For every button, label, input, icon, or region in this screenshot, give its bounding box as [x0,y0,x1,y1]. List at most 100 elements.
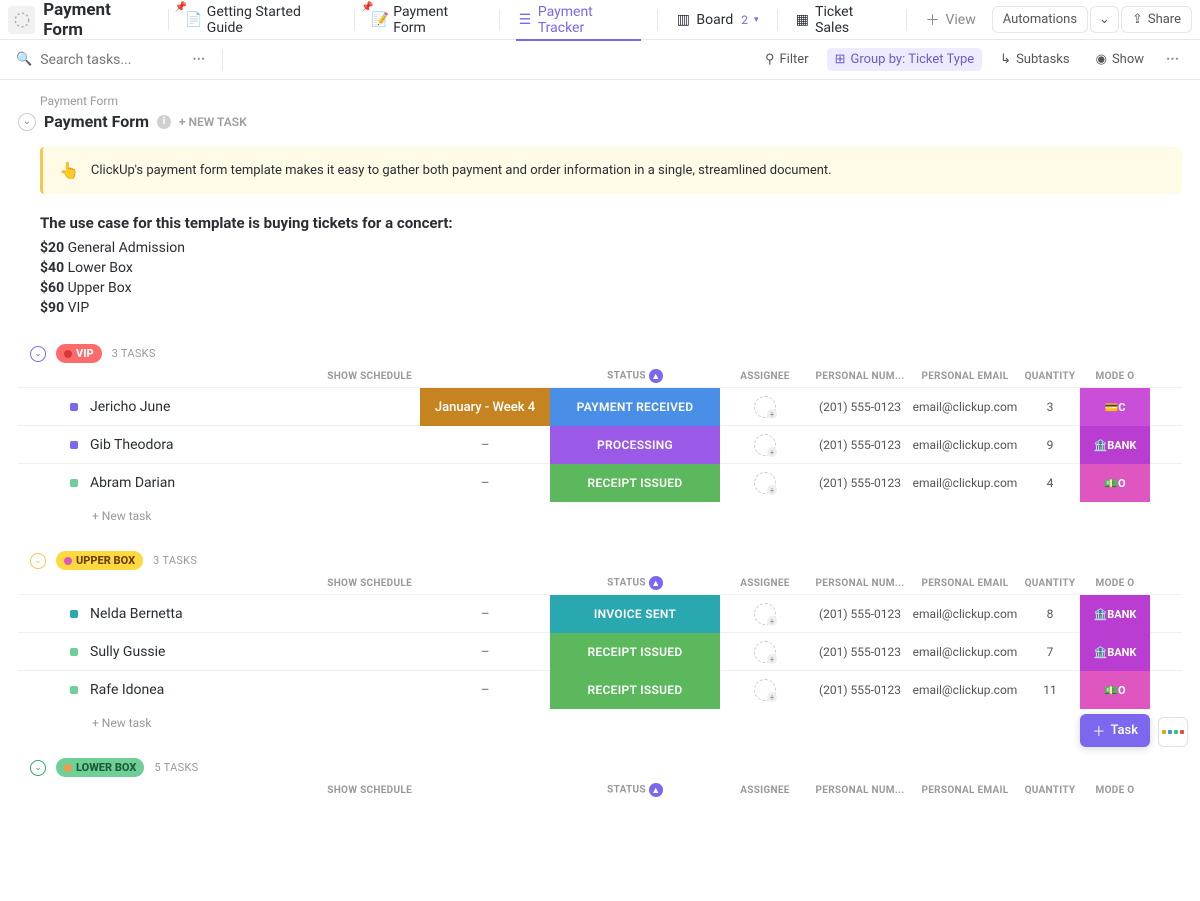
col-quantity[interactable]: QUANTITY [1020,785,1080,796]
col-personal-num[interactable]: PERSONAL NUM... [810,578,910,589]
col-assignee[interactable]: ASSIGNEE [720,785,810,796]
schedule-cell[interactable]: – [420,464,550,502]
table-row[interactable]: Nelda Bernetta – INVOICE SENT (201) 555-… [18,594,1182,632]
add-assignee-icon[interactable] [754,472,776,494]
phone-cell[interactable]: (201) 555-0123 [810,400,910,414]
email-cell[interactable]: email@clickup.com [910,438,1020,452]
col-personal-email[interactable]: PERSONAL EMAIL [910,578,1020,589]
add-assignee-icon[interactable] [754,641,776,663]
status-cell[interactable]: RECEIPT ISSUED [550,464,720,502]
col-personal-email[interactable]: PERSONAL EMAIL [910,371,1020,382]
col-mode[interactable]: MODE O [1080,578,1150,589]
search-input[interactable] [40,52,180,68]
collapse-toggle[interactable]: ⌄ [18,113,36,131]
email-cell[interactable]: email@clickup.com [910,607,1020,621]
col-mode[interactable]: MODE O [1080,785,1150,796]
col-personal-num[interactable]: PERSONAL NUM... [810,371,910,382]
col-personal-email[interactable]: PERSONAL EMAIL [910,785,1020,796]
col-mode[interactable]: MODE O [1080,371,1150,382]
schedule-cell[interactable]: – [420,633,550,671]
new-task-fab[interactable]: ＋ Task [1080,714,1150,747]
status-cell[interactable]: RECEIPT ISSUED [550,633,720,671]
new-task-link[interactable]: + NEW TASK [179,115,247,129]
schedule-cell[interactable]: – [420,671,550,709]
status-cell[interactable]: PAYMENT RECEIVED [550,388,720,426]
info-icon[interactable]: i [157,115,171,129]
assignee-cell[interactable] [720,679,810,701]
assignee-cell[interactable] [720,603,810,625]
task-name[interactable]: Jericho June [90,399,170,415]
col-schedule[interactable]: SHOW SCHEDULE [70,578,420,589]
tab-payment-form[interactable]: 📌 📝 Payment Form [361,0,493,40]
table-row[interactable]: Rafe Idonea – RECEIPT ISSUED (201) 555-0… [18,670,1182,708]
new-task-row[interactable]: + New task [18,501,1182,523]
sort-asc-icon[interactable]: ▲ [649,783,663,797]
sort-asc-icon[interactable]: ▲ [649,369,663,383]
filter-button[interactable]: ⚲ Filter [757,48,817,71]
email-cell[interactable]: email@clickup.com [910,645,1020,659]
task-name[interactable]: Rafe Idonea [90,682,164,698]
quantity-cell[interactable]: 4 [1020,476,1080,490]
group-pill[interactable]: UPPER BOX [56,551,143,570]
group-by-button[interactable]: ⊞ Group by: Ticket Type [827,48,983,71]
tab-getting-started[interactable]: 📌 📄 Getting Started Guide [175,0,348,40]
status-square-icon[interactable] [70,686,78,694]
email-cell[interactable]: email@clickup.com [910,476,1020,490]
status-square-icon[interactable] [70,479,78,487]
status-cell[interactable]: RECEIPT ISSUED [550,671,720,709]
mode-cell[interactable]: 💳C [1080,388,1150,426]
quantity-cell[interactable]: 3 [1020,400,1080,414]
tab-payment-tracker[interactable]: ☰ Payment Tracker [506,0,651,40]
tab-ticket-sales[interactable]: ▦ Ticket Sales [784,0,901,40]
assignee-cell[interactable] [720,396,810,418]
col-schedule[interactable]: SHOW SCHEDULE [70,371,420,382]
group-collapse-toggle[interactable]: ⌄ [30,346,46,362]
email-cell[interactable]: email@clickup.com [910,400,1020,414]
more-icon[interactable]: ⋯ [188,49,210,71]
quantity-cell[interactable]: 8 [1020,607,1080,621]
assignee-cell[interactable] [720,434,810,456]
col-status[interactable]: STATUS▲ [550,783,720,797]
status-square-icon[interactable] [70,648,78,656]
quantity-cell[interactable]: 7 [1020,645,1080,659]
col-quantity[interactable]: QUANTITY [1020,578,1080,589]
status-cell[interactable]: INVOICE SENT [550,595,720,633]
app-icon[interactable] [8,6,35,34]
status-square-icon[interactable] [70,403,78,411]
add-view-button[interactable]: ＋ View [913,0,987,40]
share-button[interactable]: ⇪ Share [1121,6,1192,33]
sort-asc-icon[interactable]: ▲ [649,576,663,590]
breadcrumb[interactable]: Payment Form [40,94,1182,108]
task-name[interactable]: Gib Theodora [90,437,173,453]
mode-cell[interactable]: 🏦BANK [1080,633,1150,671]
add-assignee-icon[interactable] [754,603,776,625]
phone-cell[interactable]: (201) 555-0123 [810,438,910,452]
col-personal-num[interactable]: PERSONAL NUM... [810,785,910,796]
col-status[interactable]: STATUS▲ [550,369,720,383]
add-assignee-icon[interactable] [754,679,776,701]
table-row[interactable]: Gib Theodora – PROCESSING (201) 555-0123… [18,425,1182,463]
assignee-cell[interactable] [720,641,810,663]
schedule-cell[interactable]: January - Week 4 [420,388,550,426]
subtasks-button[interactable]: ↳ Subtasks [992,48,1077,71]
status-square-icon[interactable] [70,441,78,449]
mode-cell[interactable]: 💵O [1080,671,1150,709]
automations-dropdown[interactable]: ⌄ [1090,6,1119,33]
table-row[interactable]: Jericho June January - Week 4 PAYMENT RE… [18,387,1182,425]
tab-board[interactable]: ▥ Board 2 ▾ [664,0,770,40]
col-assignee[interactable]: ASSIGNEE [720,578,810,589]
quantity-cell[interactable]: 9 [1020,438,1080,452]
col-quantity[interactable]: QUANTITY [1020,371,1080,382]
phone-cell[interactable]: (201) 555-0123 [810,683,910,697]
group-pill[interactable]: VIP [56,344,102,363]
new-task-row[interactable]: + New task [18,708,1182,730]
show-button[interactable]: ◉ Show [1088,48,1152,71]
task-name[interactable]: Abram Darian [90,475,175,491]
group-collapse-toggle[interactable]: ⌄ [30,553,46,569]
group-collapse-toggle[interactable]: ⌄ [30,760,46,776]
add-assignee-icon[interactable] [754,396,776,418]
task-name[interactable]: Nelda Bernetta [90,606,183,622]
assignee-cell[interactable] [720,472,810,494]
col-assignee[interactable]: ASSIGNEE [720,371,810,382]
phone-cell[interactable]: (201) 555-0123 [810,607,910,621]
